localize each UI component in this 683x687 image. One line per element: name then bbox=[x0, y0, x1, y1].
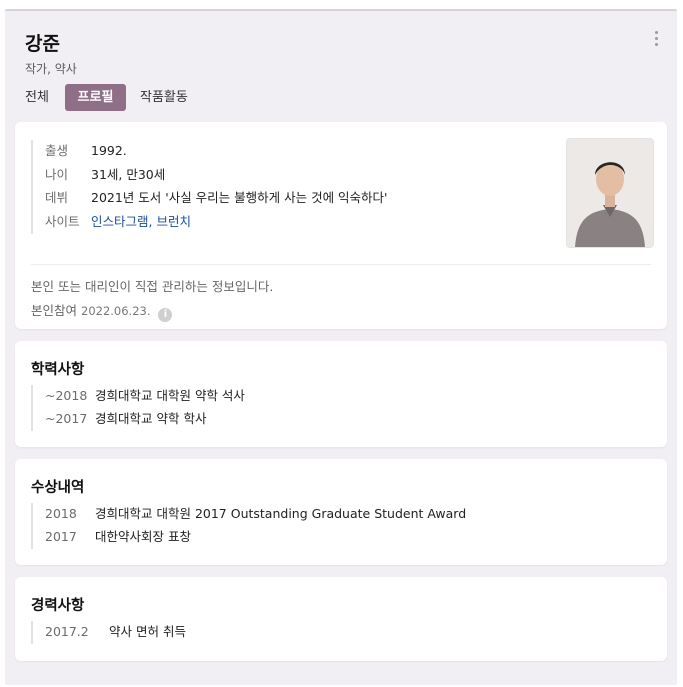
list-item: 2017 대한약사회장 표창 bbox=[45, 526, 466, 549]
tab-works[interactable]: 작품활동 bbox=[140, 84, 188, 111]
item-desc: 경희대학교 약학 학사 bbox=[95, 411, 207, 426]
awards-card: 수상내역 2018 경희대학교 대학원 2017 Outstanding Grad… bbox=[15, 459, 667, 565]
info-key: 사이트 bbox=[45, 213, 80, 229]
site-links[interactable]: 인스타그램, 브런치 bbox=[91, 214, 191, 229]
info-key: 출생 bbox=[45, 143, 69, 158]
profile-info-list: 출생 1992. 나이 31세, 만30세 데뷔 2021년 도서 '사실 우리는 불… bbox=[31, 140, 388, 234]
tab-profile[interactable]: 프로필 bbox=[65, 84, 126, 111]
education-title: 학력사항 bbox=[31, 362, 85, 378]
item-desc: 약사 면허 취득 bbox=[109, 624, 186, 639]
divider bbox=[31, 264, 651, 265]
info-value: 1992. bbox=[91, 143, 127, 158]
career-title: 경력사항 bbox=[31, 598, 85, 614]
more-options-icon[interactable] bbox=[651, 31, 661, 49]
awards-list: 2018 경희대학교 대학원 2017 Outstanding Graduate … bbox=[31, 503, 466, 549]
verified-date: 2022.06.23. bbox=[81, 304, 151, 318]
item-year: ~2018 bbox=[45, 388, 88, 403]
item-desc: 경희대학교 대학원 2017 Outstanding Graduate Stud… bbox=[95, 506, 467, 521]
list-item: ~2017 경희대학교 약학 학사 bbox=[45, 408, 245, 431]
info-value: 31세, 만30세 bbox=[91, 166, 166, 182]
career-card: 경력사항 2017.2 약사 면허 취득 bbox=[15, 577, 667, 661]
managed-notice: 본인 또는 대리인이 직접 관리하는 정보입니다. bbox=[31, 279, 274, 294]
person-roles: 작가, 약사 bbox=[25, 62, 77, 76]
item-desc: 대한약사회장 표창 bbox=[95, 529, 191, 544]
info-row-birth: 출생 1992. bbox=[45, 140, 388, 164]
education-list: ~2018 경희대학교 대학원 약학 석사 ~2017 경희대학교 약학 학사 bbox=[31, 385, 245, 431]
list-item: ~2018 경희대학교 대학원 약학 석사 bbox=[45, 385, 245, 408]
verified-info: 본인참여 2022.06.23. i bbox=[31, 300, 173, 322]
info-icon[interactable]: i bbox=[158, 308, 173, 322]
awards-title: 수상내역 bbox=[31, 480, 85, 496]
info-row-age: 나이 31세, 만30세 bbox=[45, 164, 388, 188]
item-year: ~2017 bbox=[45, 411, 88, 426]
info-row-site: 사이트 인스타그램, 브런치 bbox=[45, 211, 388, 235]
profile-card: 출생 1992. 나이 31세, 만30세 데뷔 2021년 도서 '사실 우리는 불… bbox=[15, 122, 667, 329]
item-year: 2017.2 bbox=[45, 624, 89, 639]
item-desc: 경희대학교 대학원 약학 석사 bbox=[95, 388, 245, 403]
info-key: 나이 bbox=[45, 166, 69, 182]
person-name: 강준 bbox=[25, 33, 60, 55]
tab-all[interactable]: 전체 bbox=[25, 84, 49, 111]
education-card: 학력사항 ~2018 경희대학교 대학원 약학 석사 ~2017 경희대학교 약학 … bbox=[15, 341, 667, 447]
profile-photo bbox=[566, 138, 654, 248]
info-value: 2021년 도서 '사실 우리는 불행하게 사는 것에 익숙하다' bbox=[91, 190, 388, 205]
list-item: 2017.2 약사 면허 취득 bbox=[45, 621, 186, 644]
career-list: 2017.2 약사 면허 취득 bbox=[31, 621, 186, 644]
item-year: 2017 bbox=[45, 529, 77, 544]
profile-panel: 강준 작가, 약사 전체 프로필 작품활동 출생 1992. 나이 31세, 만30… bbox=[5, 9, 677, 685]
item-year: 2018 bbox=[45, 506, 77, 521]
info-row-debut: 데뷔 2021년 도서 '사실 우리는 불행하게 사는 것에 익숙하다' bbox=[45, 187, 388, 211]
list-item: 2018 경희대학교 대학원 2017 Outstanding Graduate … bbox=[45, 503, 466, 526]
info-key: 데뷔 bbox=[45, 190, 69, 205]
verified-label: 본인참여 bbox=[31, 303, 78, 318]
